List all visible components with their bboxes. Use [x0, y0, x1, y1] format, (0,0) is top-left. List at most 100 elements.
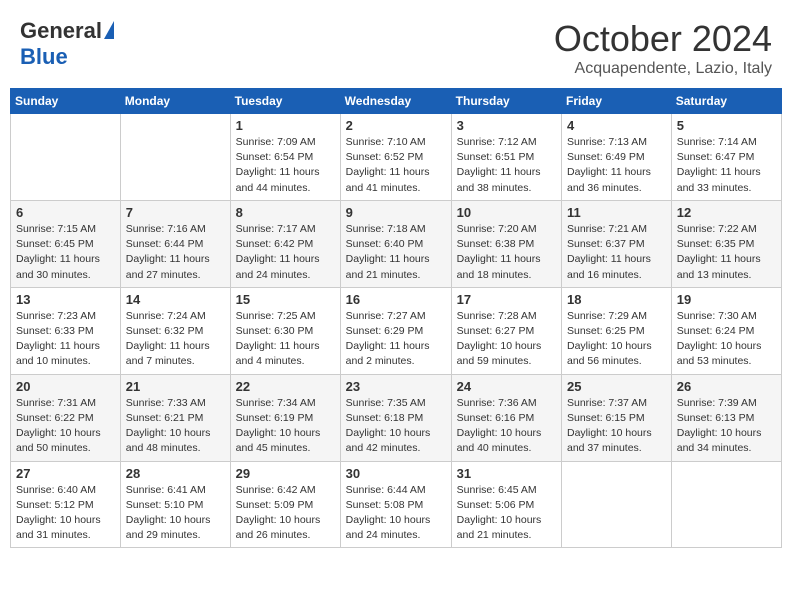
- calendar-header-wednesday: Wednesday: [340, 89, 451, 114]
- calendar-cell: 27 Sunrise: 6:40 AM Sunset: 5:12 PM Dayli…: [11, 461, 121, 548]
- day-number: 13: [16, 292, 115, 307]
- calendar-cell: 23 Sunrise: 7:35 AM Sunset: 6:18 PM Dayli…: [340, 374, 451, 461]
- calendar-header-monday: Monday: [120, 89, 230, 114]
- calendar-cell: 7 Sunrise: 7:16 AM Sunset: 6:44 PM Daylig…: [120, 200, 230, 287]
- day-info: Sunrise: 7:27 AM Sunset: 6:29 PM Dayligh…: [346, 309, 446, 370]
- day-info: Sunrise: 7:21 AM Sunset: 6:37 PM Dayligh…: [567, 222, 666, 283]
- day-number: 5: [677, 118, 776, 133]
- calendar-cell: 6 Sunrise: 7:15 AM Sunset: 6:45 PM Daylig…: [11, 200, 121, 287]
- day-number: 6: [16, 205, 115, 220]
- day-number: 14: [126, 292, 225, 307]
- calendar-cell: 24 Sunrise: 7:36 AM Sunset: 6:16 PM Dayli…: [451, 374, 561, 461]
- day-number: 10: [457, 205, 556, 220]
- day-info: Sunrise: 6:44 AM Sunset: 5:08 PM Dayligh…: [346, 483, 446, 544]
- day-info: Sunrise: 7:12 AM Sunset: 6:51 PM Dayligh…: [457, 135, 556, 196]
- day-number: 31: [457, 466, 556, 481]
- day-info: Sunrise: 7:22 AM Sunset: 6:35 PM Dayligh…: [677, 222, 776, 283]
- calendar-cell: [562, 461, 672, 548]
- day-number: 16: [346, 292, 446, 307]
- day-info: Sunrise: 7:16 AM Sunset: 6:44 PM Dayligh…: [126, 222, 225, 283]
- calendar-cell: 5Sunrise: 7:14 AM Sunset: 6:47 PM Daylig…: [671, 114, 781, 201]
- calendar-header-saturday: Saturday: [671, 89, 781, 114]
- calendar-cell: 8Sunrise: 7:17 AM Sunset: 6:42 PM Daylig…: [230, 200, 340, 287]
- day-info: Sunrise: 6:41 AM Sunset: 5:10 PM Dayligh…: [126, 483, 225, 544]
- calendar-cell: 16 Sunrise: 7:27 AM Sunset: 6:29 PM Dayli…: [340, 287, 451, 374]
- day-number: 19: [677, 292, 776, 307]
- calendar-cell: 19Sunrise: 7:30 AM Sunset: 6:24 PM Dayli…: [671, 287, 781, 374]
- day-number: 17: [457, 292, 556, 307]
- day-number: 3: [457, 118, 556, 133]
- day-info: Sunrise: 7:31 AM Sunset: 6:22 PM Dayligh…: [16, 396, 115, 457]
- day-number: 30: [346, 466, 446, 481]
- calendar-cell: [671, 461, 781, 548]
- day-number: 27: [16, 466, 115, 481]
- calendar-cell: 30 Sunrise: 6:44 AM Sunset: 5:08 PM Dayli…: [340, 461, 451, 548]
- logo-blue-text: Blue: [20, 44, 68, 70]
- calendar-header-tuesday: Tuesday: [230, 89, 340, 114]
- calendar-cell: 11 Sunrise: 7:21 AM Sunset: 6:37 PM Dayli…: [562, 200, 672, 287]
- calendar-week-row: 13 Sunrise: 7:23 AM Sunset: 6:33 PM Dayli…: [11, 287, 782, 374]
- day-info: Sunrise: 7:18 AM Sunset: 6:40 PM Dayligh…: [346, 222, 446, 283]
- day-number: 24: [457, 379, 556, 394]
- calendar-cell: 18Sunrise: 7:29 AM Sunset: 6:25 PM Dayli…: [562, 287, 672, 374]
- day-number: 28: [126, 466, 225, 481]
- day-info: Sunrise: 7:36 AM Sunset: 6:16 PM Dayligh…: [457, 396, 556, 457]
- calendar-cell: 3 Sunrise: 7:12 AM Sunset: 6:51 PM Daylig…: [451, 114, 561, 201]
- day-number: 2: [346, 118, 446, 133]
- day-number: 15: [236, 292, 335, 307]
- calendar-cell: 2 Sunrise: 7:10 AM Sunset: 6:52 PM Daylig…: [340, 114, 451, 201]
- calendar-header-sunday: Sunday: [11, 89, 121, 114]
- day-number: 20: [16, 379, 115, 394]
- calendar-header-thursday: Thursday: [451, 89, 561, 114]
- day-info: Sunrise: 7:20 AM Sunset: 6:38 PM Dayligh…: [457, 222, 556, 283]
- day-number: 8: [236, 205, 335, 220]
- calendar-cell: 31 Sunrise: 6:45 AM Sunset: 5:06 PM Dayli…: [451, 461, 561, 548]
- calendar-cell: 13 Sunrise: 7:23 AM Sunset: 6:33 PM Dayli…: [11, 287, 121, 374]
- calendar-week-row: 20 Sunrise: 7:31 AM Sunset: 6:22 PM Dayli…: [11, 374, 782, 461]
- day-info: Sunrise: 7:13 AM Sunset: 6:49 PM Dayligh…: [567, 135, 666, 196]
- day-info: Sunrise: 7:29 AM Sunset: 6:25 PM Dayligh…: [567, 309, 666, 370]
- day-info: Sunrise: 7:39 AM Sunset: 6:13 PM Dayligh…: [677, 396, 776, 457]
- day-info: Sunrise: 7:33 AM Sunset: 6:21 PM Dayligh…: [126, 396, 225, 457]
- day-number: 11: [567, 205, 666, 220]
- calendar-cell: [120, 114, 230, 201]
- day-info: Sunrise: 7:09 AM Sunset: 6:54 PM Dayligh…: [236, 135, 335, 196]
- day-info: Sunrise: 7:25 AM Sunset: 6:30 PM Dayligh…: [236, 309, 335, 370]
- calendar-cell: 14Sunrise: 7:24 AM Sunset: 6:32 PM Dayli…: [120, 287, 230, 374]
- logo: General Blue: [20, 18, 114, 70]
- day-info: Sunrise: 7:10 AM Sunset: 6:52 PM Dayligh…: [346, 135, 446, 196]
- logo-triangle-icon: [104, 21, 114, 39]
- calendar-header-row: SundayMondayTuesdayWednesdayThursdayFrid…: [11, 89, 782, 114]
- day-info: Sunrise: 7:15 AM Sunset: 6:45 PM Dayligh…: [16, 222, 115, 283]
- day-info: Sunrise: 7:28 AM Sunset: 6:27 PM Dayligh…: [457, 309, 556, 370]
- calendar-table: SundayMondayTuesdayWednesdayThursdayFrid…: [10, 88, 782, 548]
- logo-general-text: General: [20, 18, 102, 44]
- day-number: 21: [126, 379, 225, 394]
- day-number: 9: [346, 205, 446, 220]
- calendar-cell: 4 Sunrise: 7:13 AM Sunset: 6:49 PM Daylig…: [562, 114, 672, 201]
- day-number: 25: [567, 379, 666, 394]
- day-info: Sunrise: 7:23 AM Sunset: 6:33 PM Dayligh…: [16, 309, 115, 370]
- page-header: General Blue October 2024 Acquapendente,…: [10, 10, 782, 82]
- day-number: 4: [567, 118, 666, 133]
- day-number: 1: [236, 118, 335, 133]
- calendar-cell: 21 Sunrise: 7:33 AM Sunset: 6:21 PM Dayli…: [120, 374, 230, 461]
- calendar-cell: 1 Sunrise: 7:09 AM Sunset: 6:54 PM Daylig…: [230, 114, 340, 201]
- day-number: 7: [126, 205, 225, 220]
- calendar-week-row: 6 Sunrise: 7:15 AM Sunset: 6:45 PM Daylig…: [11, 200, 782, 287]
- day-info: Sunrise: 6:40 AM Sunset: 5:12 PM Dayligh…: [16, 483, 115, 544]
- month-title: October 2024: [554, 18, 772, 60]
- calendar-cell: 29 Sunrise: 6:42 AM Sunset: 5:09 PM Dayli…: [230, 461, 340, 548]
- day-info: Sunrise: 7:35 AM Sunset: 6:18 PM Dayligh…: [346, 396, 446, 457]
- day-info: Sunrise: 7:34 AM Sunset: 6:19 PM Dayligh…: [236, 396, 335, 457]
- day-number: 23: [346, 379, 446, 394]
- calendar-cell: 17 Sunrise: 7:28 AM Sunset: 6:27 PM Dayli…: [451, 287, 561, 374]
- calendar-cell: 25Sunrise: 7:37 AM Sunset: 6:15 PM Dayli…: [562, 374, 672, 461]
- calendar-week-row: 1 Sunrise: 7:09 AM Sunset: 6:54 PM Daylig…: [11, 114, 782, 201]
- calendar-week-row: 27 Sunrise: 6:40 AM Sunset: 5:12 PM Dayli…: [11, 461, 782, 548]
- calendar-cell: 28 Sunrise: 6:41 AM Sunset: 5:10 PM Dayli…: [120, 461, 230, 548]
- day-number: 29: [236, 466, 335, 481]
- day-info: Sunrise: 6:42 AM Sunset: 5:09 PM Dayligh…: [236, 483, 335, 544]
- calendar-cell: 22Sunrise: 7:34 AM Sunset: 6:19 PM Dayli…: [230, 374, 340, 461]
- day-info: Sunrise: 6:45 AM Sunset: 5:06 PM Dayligh…: [457, 483, 556, 544]
